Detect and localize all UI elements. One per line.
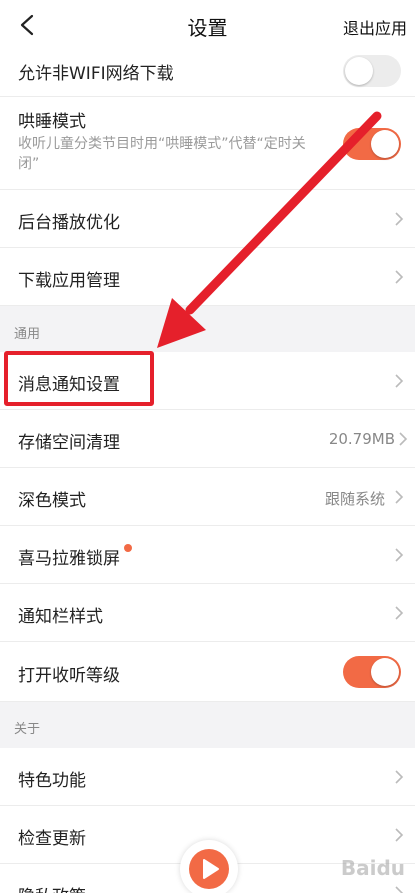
sleep-mode-toggle[interactable]: [343, 128, 401, 160]
listen-level-toggle[interactable]: [343, 656, 401, 688]
setting-description: 收听儿童分类节目时用“哄睡模式”代替“定时关闭”: [18, 136, 306, 172]
play-icon: [203, 859, 219, 879]
setting-label: 特色功能: [18, 771, 86, 791]
play-button-circle: [189, 849, 229, 889]
toggle-knob: [345, 57, 373, 85]
chevron-right-icon: [395, 212, 404, 226]
setting-label: 允许非WIFI网络下载: [18, 64, 174, 84]
chevron-right-icon: [395, 270, 404, 284]
toggle-knob: [371, 130, 399, 158]
chevron-right-icon: [395, 886, 404, 893]
chevron-right-icon: [395, 490, 404, 504]
setting-label: 检查更新: [18, 829, 86, 849]
setting-row-download-manage[interactable]: 下载应用管理: [0, 248, 415, 306]
storage-size-value: 20.79MB: [328, 430, 395, 448]
dark-mode-value: 跟随系统: [324, 490, 385, 508]
section-title: 通用: [14, 327, 41, 342]
setting-label: 哄睡模式: [18, 112, 86, 132]
setting-label: 喜马拉雅锁屏: [18, 549, 120, 569]
nav-header: 设置 退出应用: [0, 0, 415, 52]
setting-row-features[interactable]: 特色功能: [0, 748, 415, 806]
setting-label: 通知栏样式: [18, 607, 103, 627]
chevron-right-icon: [395, 374, 404, 388]
setting-row-background-play[interactable]: 后台播放优化: [0, 190, 415, 248]
wifi-download-toggle[interactable]: [343, 55, 401, 87]
highlight-box-annotation: [4, 351, 154, 406]
baidu-watermark: Baidu: [340, 856, 405, 880]
section-general: 通用: [0, 306, 415, 352]
setting-label: 下载应用管理: [18, 271, 120, 291]
setting-row-storage-clean[interactable]: 存储空间清理 20.79MB: [0, 410, 415, 468]
setting-label: 深色模式: [18, 491, 86, 511]
chevron-right-icon: [395, 770, 404, 784]
exit-app-button[interactable]: 退出应用: [343, 15, 407, 39]
setting-label: 打开收听等级: [18, 666, 120, 686]
setting-row-dark-mode[interactable]: 深色模式 跟随系统: [0, 468, 415, 526]
setting-row-wifi-download: 允许非WIFI网络下载: [0, 52, 415, 97]
setting-label: 隐私政策: [18, 882, 86, 893]
setting-row-sleep-mode: 哄睡模式 收听儿童分类节目时用“哄睡模式”代替“定时关闭”: [0, 97, 415, 190]
section-title: 关于: [14, 722, 41, 737]
section-about: 关于: [0, 702, 415, 748]
setting-row-notify-bar[interactable]: 通知栏样式: [0, 584, 415, 642]
floating-play-button[interactable]: [180, 840, 238, 893]
setting-label: 后台播放优化: [18, 213, 120, 233]
new-badge-dot: [124, 544, 132, 552]
chevron-right-icon: [395, 548, 404, 562]
chevron-right-icon: [395, 828, 404, 842]
settings-page: 设置 退出应用 允许非WIFI网络下载 哄睡模式 收听儿童分类节目时用“哄睡模式…: [0, 0, 415, 893]
toggle-knob: [371, 658, 399, 686]
setting-row-lock-screen[interactable]: 喜马拉雅锁屏: [0, 526, 415, 584]
chevron-right-icon: [395, 606, 404, 620]
setting-row-listen-level: 打开收听等级: [0, 642, 415, 702]
chevron-right-icon: [399, 432, 408, 446]
setting-label: 存储空间清理: [18, 433, 120, 453]
